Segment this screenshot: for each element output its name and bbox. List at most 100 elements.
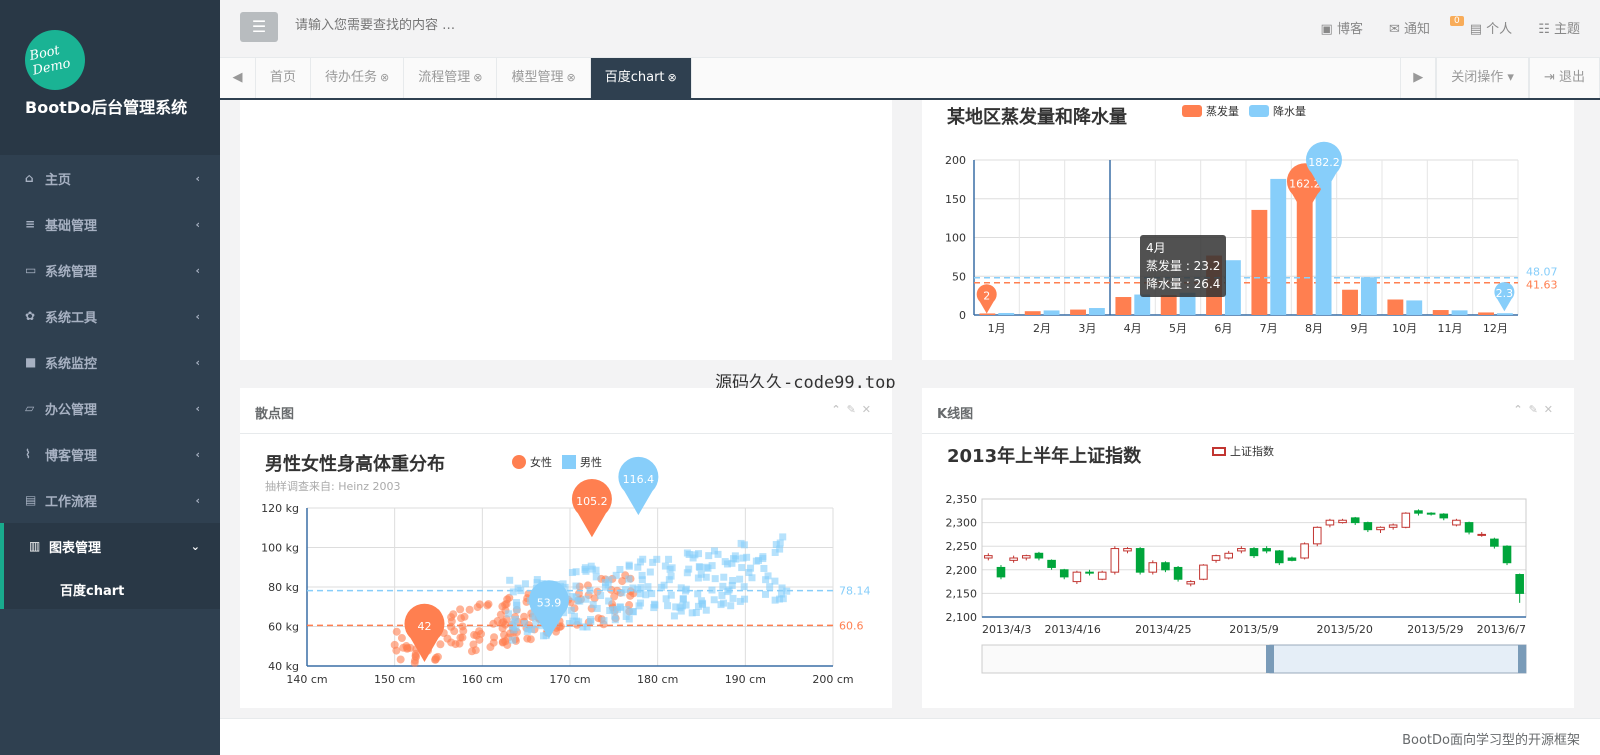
tab-baidu-chart[interactable]: 百度chart ⊗ — [590, 58, 692, 98]
candle-body — [1401, 512, 1411, 528]
point-male — [760, 564, 768, 572]
close-ops-dropdown[interactable]: 关闭操作 ▾ — [1436, 58, 1529, 98]
sidebar-item-workflow[interactable]: ▤ 工作流程 ‹ — [0, 477, 220, 523]
point-male — [667, 572, 675, 580]
bar-chart-panel: 某地区蒸发量和降水量 蒸发量 降水量 0 50 100 150 200 1月 2月 3月 4月 5… — [922, 100, 1574, 360]
scatter-panel: 散点图 ⌃✎✕ 男性女性身高体重分布 抽样调查来自: Heinz 2003 女性… — [240, 388, 892, 708]
tab-process[interactable]: 流程管理 ⊗ — [404, 58, 498, 98]
candle-body — [1110, 548, 1120, 573]
point-female — [486, 643, 495, 652]
point-male — [710, 547, 718, 555]
tab-scroll-left-button[interactable]: ◀ — [220, 58, 256, 98]
point-male — [666, 565, 674, 573]
rss-icon: ▣ — [1320, 22, 1337, 37]
point-male — [752, 557, 760, 565]
sidebar-item-home[interactable]: ⌂ 主页 ‹ — [0, 155, 220, 201]
candle-body — [1477, 533, 1487, 536]
y-tick-label: 2,200 — [946, 564, 978, 577]
tab-model[interactable]: 模型管理 ⊗ — [497, 58, 591, 98]
sidebar-item-blog[interactable]: ⌇ 博客管理 ‹ — [0, 431, 220, 477]
candle-body — [1490, 538, 1499, 547]
sidebar-item-charts[interactable]: ▥ 图表管理 ⌄ — [0, 523, 220, 569]
point-male — [710, 596, 718, 604]
search-input[interactable] — [295, 18, 595, 33]
chevron-left-icon: ‹ — [195, 217, 200, 231]
personal-link[interactable]: ▤ 个人 — [1470, 18, 1512, 37]
tab-scroll-right-button[interactable]: ▶ — [1400, 58, 1437, 98]
x-tick-label: 2013/4/3 — [982, 623, 1031, 636]
menu-toggle-button[interactable]: ☰ — [240, 12, 278, 42]
x-tick-label: 170 cm — [549, 673, 590, 686]
bar-evap — [1115, 297, 1132, 315]
point-male — [592, 573, 600, 581]
close-icon[interactable]: ⊗ — [473, 71, 482, 84]
bar-rain — [1270, 178, 1287, 315]
legend-item-rain[interactable]: 降水量 — [1249, 103, 1306, 119]
point-male — [771, 577, 779, 585]
close-icon[interactable]: ⊗ — [668, 71, 677, 84]
point-female — [450, 627, 459, 636]
close-icon[interactable]: ⊗ — [380, 71, 389, 84]
candle-body — [1148, 562, 1158, 573]
tab-home[interactable]: 首页 — [256, 58, 312, 98]
tab-todo[interactable]: 待办任务 ⊗ — [311, 58, 405, 98]
logout-button[interactable]: ⇥ 退出 — [1528, 58, 1600, 98]
point-female — [392, 627, 401, 636]
candle-body — [1047, 559, 1056, 568]
theme-link[interactable]: ☷ 主题 — [1538, 18, 1580, 37]
sidebar-subitem-baidu-chart[interactable]: 百度chart — [0, 569, 220, 609]
point-male — [581, 564, 589, 572]
sidebar-item-system[interactable]: ▭ 系统管理 ‹ — [0, 247, 220, 293]
datazoom-window — [1269, 644, 1527, 674]
point-male — [512, 615, 520, 623]
blog-link[interactable]: ▣ 博客 — [1321, 18, 1363, 37]
bar-evap — [1432, 310, 1449, 315]
point-male — [718, 591, 726, 599]
x-tick-label: 4月 — [1124, 322, 1142, 335]
point-male — [622, 586, 630, 594]
rss-icon: ⌇ — [25, 447, 31, 461]
close-icon[interactable]: ⊗ — [567, 71, 576, 84]
point-female — [457, 614, 466, 623]
sidebar-item-label: 博客管理 — [45, 448, 98, 464]
point-female — [456, 605, 465, 614]
point-male — [759, 553, 767, 561]
point-female — [465, 605, 474, 614]
point-male — [597, 592, 605, 600]
point-male — [667, 591, 675, 599]
sidebar-item-basic[interactable]: ≡ 基础管理 ‹ — [0, 201, 220, 247]
y-tick-label: 40 kg — [268, 660, 299, 673]
home-icon: ⌂ — [25, 171, 34, 185]
point-male — [704, 564, 712, 572]
x-tick-label: 1月 — [988, 322, 1006, 335]
y-tick-label: 200 — [945, 154, 966, 167]
sidebar-item-monitor[interactable]: ■ 系统监控 ‹ — [0, 339, 220, 385]
candle-body — [1325, 519, 1335, 526]
envelope-icon: ✉ — [1388, 22, 1404, 37]
sidebar-item-label: 主页 — [45, 172, 72, 188]
sidebar-item-label: 办公管理 — [45, 402, 98, 418]
point-male — [762, 590, 770, 598]
desktop-icon: ▭ — [25, 263, 37, 277]
x-tick-label: 2月 — [1033, 322, 1051, 335]
bar-evap — [1160, 295, 1177, 315]
mark-line-label: 78.14 — [839, 585, 871, 598]
mark-line-label: 48.07 — [1526, 266, 1558, 279]
point-male — [506, 576, 514, 584]
point-female — [412, 652, 421, 661]
point-male — [568, 569, 576, 577]
bar-rain — [1224, 260, 1241, 315]
point-male — [638, 576, 646, 584]
point-female — [520, 612, 529, 621]
sidebar-item-office[interactable]: ▱ 办公管理 ‹ — [0, 385, 220, 431]
sidebar-item-label: 系统管理 — [45, 264, 98, 280]
video-icon: ■ — [25, 355, 37, 369]
y-tick-label: 50 — [952, 270, 966, 283]
point-male — [523, 627, 531, 635]
point-male — [567, 606, 575, 614]
legend-item-evap[interactable]: 蒸发量 — [1182, 103, 1239, 119]
sidebar-item-tools[interactable]: ✿ 系统工具 ‹ — [0, 293, 220, 339]
point-male — [762, 576, 770, 584]
notify-link[interactable]: ✉ 通知0 — [1388, 16, 1464, 37]
point-male — [616, 565, 624, 573]
